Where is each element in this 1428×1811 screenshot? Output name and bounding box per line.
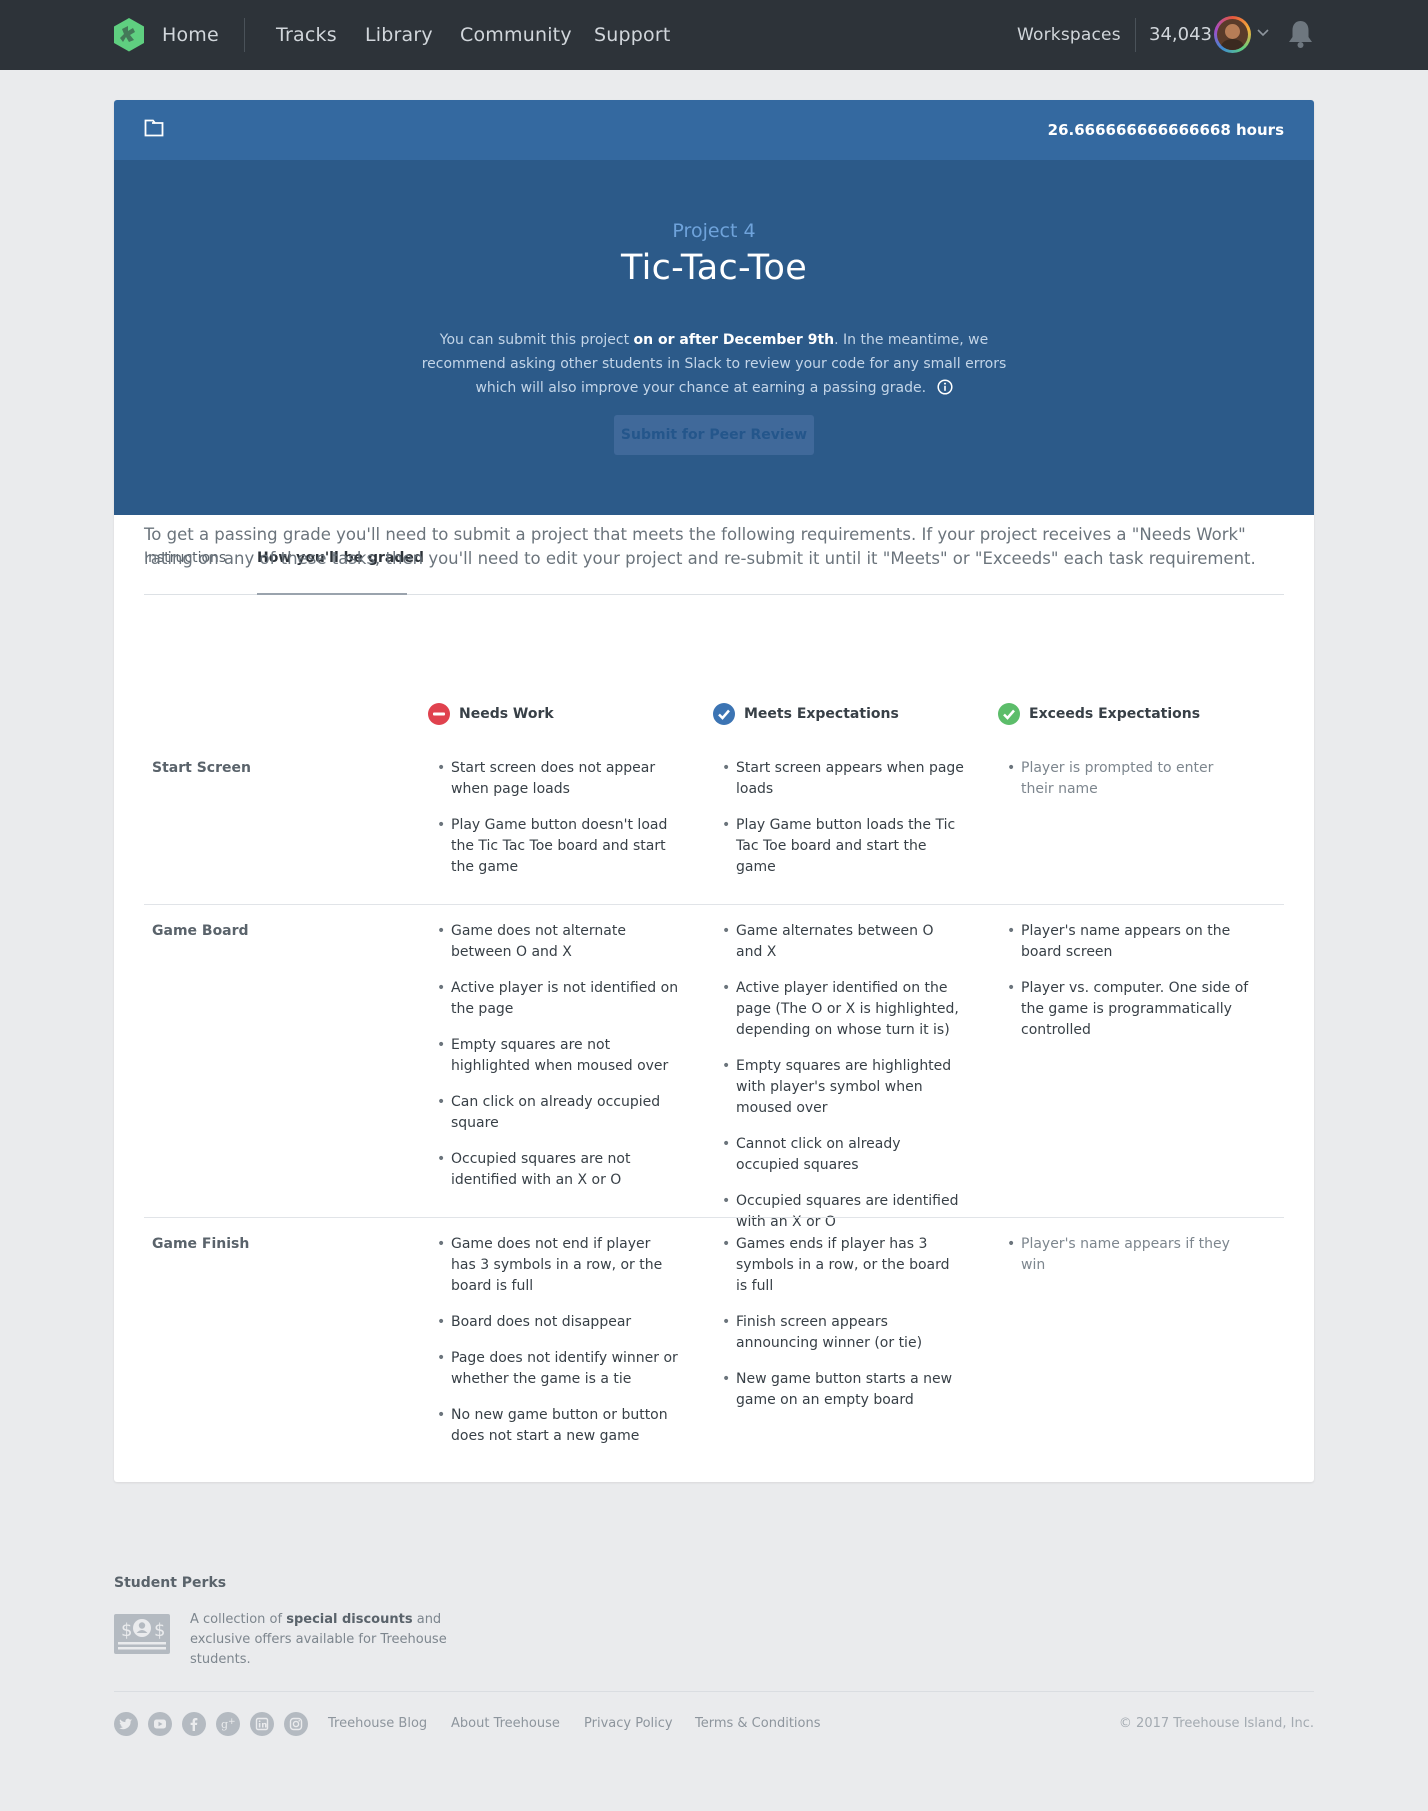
submit-peer-review-button[interactable]: Submit for Peer Review (614, 415, 814, 455)
nav-library-link[interactable]: Library (365, 24, 433, 46)
exceeds-list: Player is prompted to enter their name (1003, 758, 1249, 815)
exceeds-list: Player's name appears if they win (1003, 1234, 1249, 1291)
nav-community-link[interactable]: Community (460, 24, 572, 46)
list-item: Occupied squares are not identified with… (433, 1149, 679, 1191)
copyright: © 2017 Treehouse Island, Inc. (1118, 1716, 1314, 1731)
list-item: Player's name appears if they win (1003, 1234, 1249, 1276)
project-card-header: 26.666666666666668 hours (114, 100, 1314, 160)
google-plus-icon[interactable]: g + (216, 1712, 240, 1736)
needs-work-list: Game does not alternate between O and X … (433, 921, 679, 1206)
needs-work-list: Game does not end if player has 3 symbol… (433, 1234, 679, 1462)
list-item: Game alternates between O and X (718, 921, 964, 963)
info-icon[interactable] (936, 379, 953, 395)
points-count: 34,043 (1149, 24, 1212, 45)
discount-card-icon[interactable]: $ $ (114, 1614, 170, 1654)
list-item: Game does not alternate between O and X (433, 921, 679, 963)
list-item: Game does not end if player has 3 symbol… (433, 1234, 679, 1297)
list-item: No new game button or button does not st… (433, 1405, 679, 1447)
list-item: Board does not disappear (433, 1312, 679, 1333)
row-divider (144, 1217, 1284, 1218)
list-item: Finish screen appears announcing winner … (718, 1312, 964, 1354)
top-navigation: Home Tracks Library Community Support Wo… (0, 0, 1428, 70)
exceeds-list: Player's name appears on the board scree… (1003, 921, 1249, 1056)
youtube-icon[interactable] (148, 1712, 172, 1736)
svg-text:g: g (221, 1718, 228, 1731)
svg-text:+: + (228, 1717, 236, 1727)
list-item: Empty squares are not highlighted when m… (433, 1035, 679, 1077)
twitter-icon[interactable] (114, 1712, 138, 1736)
row-title-game-board: Game Board (152, 923, 249, 939)
footer-link-privacy[interactable]: Privacy Policy (584, 1716, 673, 1731)
chevron-down-icon[interactable] (1256, 26, 1270, 40)
list-item: Start screen appears when page loads (718, 758, 964, 800)
needs-work-list: Start screen does not appear when page l… (433, 758, 679, 893)
meets-list: Games ends if player has 3 symbols in a … (718, 1234, 964, 1426)
submission-notice-text: You can submit this project (439, 332, 634, 348)
column-header-meets: Meets Expectations (713, 703, 899, 725)
list-item: Player is prompted to enter their name (1003, 758, 1249, 800)
minus-circle-icon (428, 703, 450, 725)
linkedin-icon[interactable] (250, 1712, 274, 1736)
list-item: Page does not identify winner or whether… (433, 1348, 679, 1390)
row-title-game-finish: Game Finish (152, 1236, 250, 1252)
submission-date: on or after December 9th (633, 332, 835, 348)
meets-list: Start screen appears when page loads Pla… (718, 758, 964, 893)
svg-text:$: $ (154, 1620, 165, 1641)
treehouse-logo-icon[interactable] (113, 17, 145, 52)
project-folder-icon (144, 119, 164, 137)
perks-text: A collection of (190, 1612, 287, 1627)
submission-notice: You can submit this project on or after … (414, 328, 1014, 400)
list-item: Cannot click on already occupied squares (718, 1134, 964, 1176)
check-circle-green-icon (998, 703, 1020, 725)
project-hero: Project 4 Tic-Tac-Toe You can submit thi… (114, 160, 1314, 515)
list-item: Play Game button loads the Tic Tac Toe b… (718, 815, 964, 878)
estimated-hours: 26.666666666666668 hours (1047, 121, 1284, 139)
check-circle-blue-icon (713, 703, 735, 725)
nav-divider (244, 18, 245, 52)
column-header-needs-work: Needs Work (428, 703, 554, 725)
nav-home-link[interactable]: Home (162, 24, 219, 46)
column-header-label: Meets Expectations (744, 706, 899, 722)
nav-support-link[interactable]: Support (594, 24, 671, 46)
list-item: Active player identified on the page (Th… (718, 978, 964, 1041)
grading-intro: To get a passing grade you'll need to su… (144, 525, 1256, 568)
nav-tracks-link[interactable]: Tracks (276, 24, 337, 46)
list-item: Play Game button doesn't load the Tic Ta… (433, 815, 679, 878)
nav-divider (1135, 18, 1136, 52)
list-item: Player's name appears on the board scree… (1003, 921, 1249, 963)
list-item: Start screen does not appear when page l… (433, 758, 679, 800)
project-number: Project 4 (672, 220, 756, 242)
avatar[interactable] (1214, 16, 1251, 53)
student-perks-description: A collection of special discounts and ex… (190, 1610, 460, 1670)
facebook-icon[interactable] (182, 1712, 206, 1736)
column-header-exceeds: Exceeds Expectations (998, 703, 1200, 725)
row-title-start-screen: Start Screen (152, 760, 251, 776)
nav-workspaces-link[interactable]: Workspaces (1017, 25, 1121, 45)
list-item: Empty squares are highlighted with playe… (718, 1056, 964, 1119)
active-tab-indicator (257, 593, 407, 595)
instagram-icon[interactable] (284, 1712, 308, 1736)
bell-icon[interactable] (1287, 19, 1314, 49)
footer-link-terms[interactable]: Terms & Conditions (695, 1716, 821, 1731)
column-header-label: Exceeds Expectations (1029, 706, 1201, 722)
list-item: Occupied squares are identified with an … (718, 1191, 964, 1233)
list-item: Player vs. computer. One side of the gam… (1003, 978, 1249, 1041)
list-item: New game button starts a new game on an … (718, 1369, 964, 1411)
list-item: Can click on already occupied square (433, 1092, 679, 1134)
meets-list: Game alternates between O and X Active p… (718, 921, 964, 1248)
svg-text:$: $ (121, 1620, 132, 1641)
student-perks-title[interactable]: Student Perks (114, 1575, 226, 1591)
column-header-label: Needs Work (459, 706, 554, 722)
list-item: Active player is not identified on the p… (433, 978, 679, 1020)
footer-divider (114, 1691, 1314, 1692)
footer-link-about[interactable]: About Treehouse (451, 1716, 560, 1731)
footer-link-blog[interactable]: Treehouse Blog (328, 1716, 427, 1731)
list-item: Games ends if player has 3 symbols in a … (718, 1234, 964, 1297)
row-divider (144, 904, 1284, 905)
perks-highlight: special discounts (286, 1612, 413, 1627)
page-title: Tic-Tac-Toe (620, 248, 808, 288)
